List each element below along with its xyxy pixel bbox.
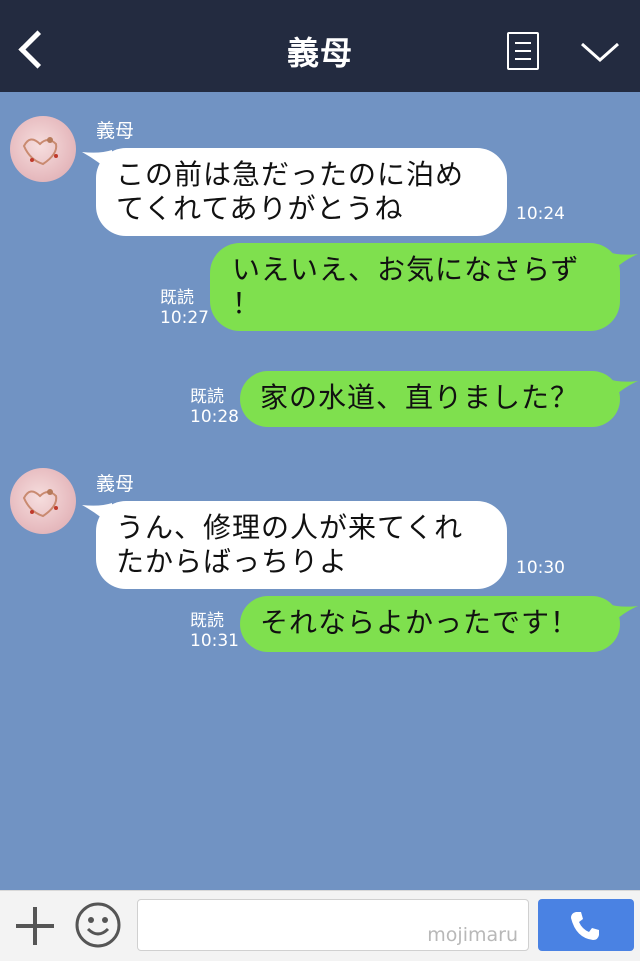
avatar[interactable] xyxy=(10,468,76,534)
notes-icon[interactable] xyxy=(507,32,539,70)
sender-name: 義母 xyxy=(96,473,135,495)
message-input[interactable]: mojimaru xyxy=(137,899,529,951)
avatar[interactable] xyxy=(10,116,76,182)
sender-name: 義母 xyxy=(96,120,135,142)
avatar-image xyxy=(22,137,58,166)
avatar-image xyxy=(22,489,58,518)
call-button[interactable] xyxy=(538,899,634,951)
chat-title: 義母 xyxy=(286,34,353,72)
read-status: 既読 10:27 xyxy=(160,288,209,328)
message-time: 10:27 xyxy=(160,308,209,328)
message-time: 10:30 xyxy=(516,558,565,578)
read-label: 既読 xyxy=(160,288,194,308)
smiley-icon[interactable] xyxy=(74,901,122,949)
plus-icon[interactable] xyxy=(14,905,56,947)
message-bubble-outgoing[interactable]: いえいえ、お気になさらず ！ xyxy=(210,243,620,331)
message-time: 10:24 xyxy=(516,204,565,224)
message-bubble-outgoing[interactable]: それならよかったです！ xyxy=(240,596,620,652)
read-status: 既読 10:28 xyxy=(190,387,239,427)
watermark: mojimaru xyxy=(427,924,518,946)
message-time: 10:28 xyxy=(190,407,239,427)
phone-icon xyxy=(571,912,599,940)
message-bubble-incoming[interactable]: この前は急だったのに泊め てくれてありがとうね xyxy=(96,148,507,236)
input-bar: mojimaru xyxy=(0,890,640,961)
chevron-down-icon[interactable] xyxy=(580,40,620,64)
message-list[interactable]: 義母 この前は急だったのに泊め てくれてありがとうね 10:24 既読 10:2… xyxy=(0,92,640,890)
message-bubble-outgoing[interactable]: 家の水道、直りました？ xyxy=(240,371,620,427)
read-label: 既読 xyxy=(190,387,224,407)
read-status: 既読 10:31 xyxy=(190,611,239,651)
message-time: 10:31 xyxy=(190,631,239,651)
chat-header: 義母 xyxy=(0,0,640,92)
read-label: 既読 xyxy=(190,611,224,631)
message-bubble-incoming[interactable]: うん、修理の人が来てくれ たからばっちりよ xyxy=(96,501,507,589)
